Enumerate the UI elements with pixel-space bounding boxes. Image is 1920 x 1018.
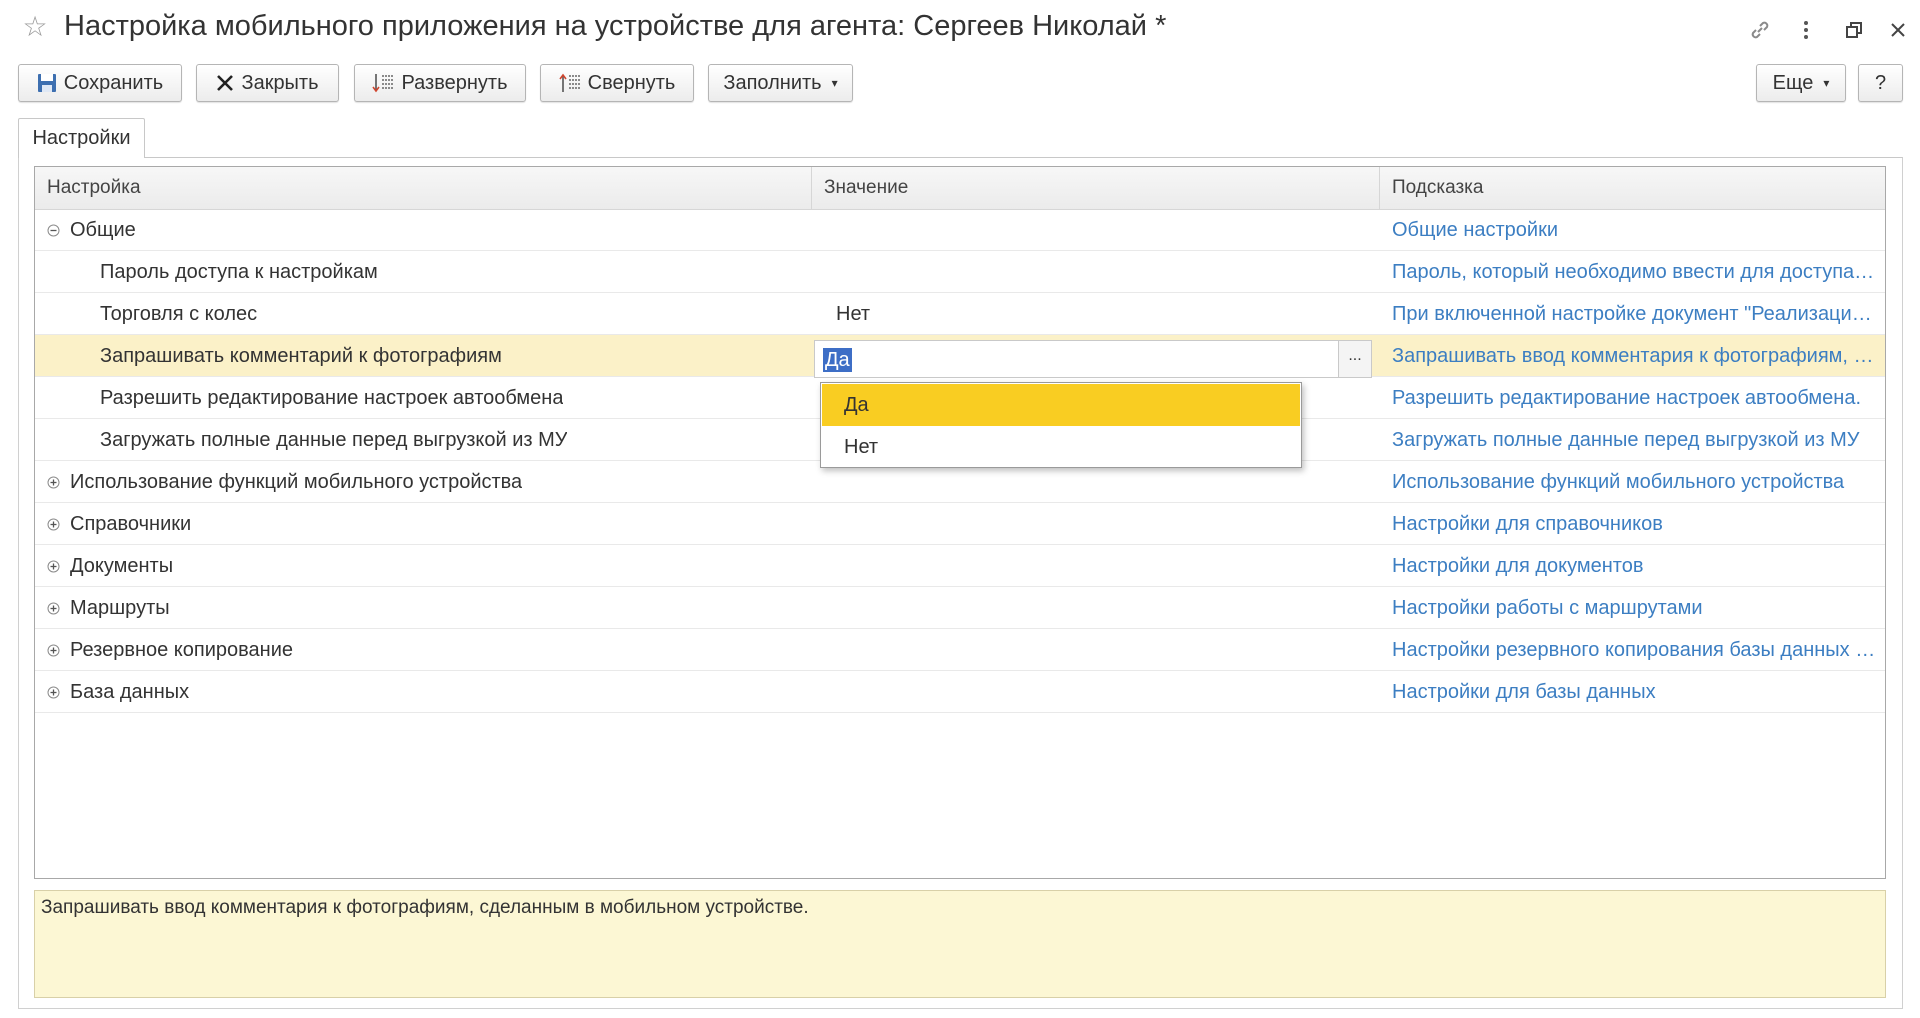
- table-row[interactable]: Пароль доступа к настройкам Пароль, котор…: [35, 251, 1885, 293]
- close-icon: [217, 75, 234, 91]
- collapse-button[interactable]: Свернуть: [540, 64, 694, 102]
- setting-name: Общие: [70, 219, 136, 241]
- table-row[interactable]: Документы Настройки для документов: [35, 545, 1885, 587]
- link-icon[interactable]: [1746, 16, 1774, 44]
- setting-name: Маршруты: [70, 597, 170, 619]
- restore-window-icon[interactable]: [1840, 16, 1868, 44]
- setting-hint-link[interactable]: Настройки резервного копирования базы да…: [1392, 629, 1877, 671]
- collapse-button-label: Свернуть: [587, 71, 676, 94]
- help-button-label: ?: [1874, 71, 1887, 94]
- close-window-icon[interactable]: [1884, 16, 1912, 44]
- setting-hint-link[interactable]: При включенной настройке документ "Реали…: [1392, 293, 1877, 335]
- tab-settings[interactable]: Настройки: [18, 118, 145, 158]
- collapse-icon: [559, 73, 580, 92]
- value-editor-field[interactable]: Да ...: [814, 340, 1372, 378]
- help-button[interactable]: ?: [1858, 64, 1903, 102]
- setting-name: Справочники: [70, 513, 192, 535]
- dropdown-option-no[interactable]: Нет: [822, 426, 1300, 468]
- setting-hint-link[interactable]: Настройки работы с маршрутами: [1392, 587, 1877, 629]
- setting-hint-link[interactable]: Настройки для справочников: [1392, 503, 1877, 545]
- chevron-down-icon: ▾: [1823, 76, 1830, 90]
- table-row[interactable]: Справочники Настройки для справочников: [35, 503, 1885, 545]
- hint-description-panel: Запрашивать ввод комментария к фотографи…: [34, 890, 1886, 998]
- expand-group-icon[interactable]: [47, 644, 60, 657]
- setting-name: Загружать полные данные перед выгрузкой …: [100, 429, 568, 451]
- title-bar: ☆ Настройка мобильного приложения на уст…: [0, 0, 1920, 62]
- dropdown-option-yes[interactable]: Да: [822, 384, 1300, 426]
- window-title: Настройка мобильного приложения на устро…: [64, 10, 1167, 42]
- setting-name: Использование функций мобильного устройс…: [70, 471, 523, 493]
- setting-hint-link[interactable]: Использование функций мобильного устройс…: [1392, 461, 1877, 503]
- column-header-value[interactable]: Значение: [812, 167, 1378, 209]
- choice-button[interactable]: ...: [1338, 341, 1371, 377]
- table-row[interactable]: Общие Общие настройки: [35, 209, 1885, 251]
- expand-group-icon[interactable]: [47, 686, 60, 699]
- expand-group-icon[interactable]: [47, 602, 60, 615]
- setting-name: База данных: [70, 681, 190, 703]
- setting-name: Торговля с колес: [100, 303, 258, 325]
- setting-hint-link[interactable]: Настройки для базы данных: [1392, 671, 1877, 713]
- expand-group-icon[interactable]: [47, 518, 60, 531]
- setting-name: Пароль доступа к настройкам: [100, 261, 378, 283]
- setting-name: Разрешить редактирование настроек автооб…: [100, 387, 564, 409]
- setting-value[interactable]: Нет: [836, 293, 870, 335]
- table-row[interactable]: Торговля с колес Нет При включенной настро…: [35, 293, 1885, 335]
- setting-name: Резервное копирование: [70, 639, 294, 661]
- chevron-down-icon: ▾: [831, 76, 838, 90]
- expand-group-icon[interactable]: [47, 560, 60, 573]
- settings-table[interactable]: Настройка Значение Подсказка Общие Общие …: [34, 166, 1886, 879]
- table-row[interactable]: Резервное копирование Настройки резервног…: [35, 629, 1885, 671]
- save-icon: [37, 74, 56, 92]
- expand-button[interactable]: Развернуть: [354, 64, 526, 102]
- save-button[interactable]: Сохранить: [18, 64, 182, 102]
- expand-icon: [372, 74, 394, 93]
- table-header: Настройка Значение Подсказка: [35, 167, 1885, 210]
- tab-settings-label: Настройки: [32, 127, 131, 149]
- table-row[interactable]: База данных Настройки для базы данных: [35, 671, 1885, 713]
- close-button[interactable]: Закрыть: [196, 64, 339, 102]
- setting-hint-link[interactable]: Загружать полные данные перед выгрузкой …: [1392, 419, 1877, 461]
- setting-hint-link[interactable]: Общие настройки: [1392, 209, 1877, 251]
- expand-group-icon[interactable]: [47, 476, 60, 489]
- expand-button-label: Развернуть: [401, 71, 508, 94]
- setting-name: Документы: [70, 555, 174, 577]
- column-header-hint[interactable]: Подсказка: [1380, 167, 1885, 209]
- table-row[interactable]: Маршруты Настройки работы с маршрутами: [35, 587, 1885, 629]
- column-header-setting[interactable]: Настройка: [35, 167, 811, 209]
- close-button-label: Закрыть: [241, 71, 319, 94]
- fill-dropdown-button[interactable]: Заполнить ▾: [708, 64, 853, 102]
- more-dropdown-button[interactable]: Еще ▾: [1756, 64, 1846, 102]
- setting-hint-link[interactable]: Пароль, который необходимо ввести для до…: [1392, 251, 1877, 293]
- fill-button-label: Заполнить: [723, 71, 822, 94]
- value-dropdown-list: Да Нет: [820, 382, 1302, 468]
- hint-description-text: Запрашивать ввод комментария к фотографи…: [41, 897, 809, 918]
- save-button-label: Сохранить: [63, 71, 164, 94]
- setting-name: Запрашивать комментарий к фотографиям: [100, 345, 502, 367]
- more-button-label: Еще: [1772, 71, 1814, 94]
- setting-hint-link[interactable]: Настройки для документов: [1392, 545, 1877, 587]
- favorite-star-icon[interactable]: ☆: [20, 12, 50, 42]
- collapse-group-icon[interactable]: [47, 224, 60, 237]
- setting-hint-link[interactable]: Запрашивать ввод комментария к фотографи…: [1392, 335, 1877, 377]
- value-editor-text[interactable]: Да: [823, 348, 852, 372]
- setting-hint-link[interactable]: Разрешить редактирование настроек автооб…: [1392, 377, 1877, 419]
- more-actions-icon[interactable]: [1792, 16, 1820, 44]
